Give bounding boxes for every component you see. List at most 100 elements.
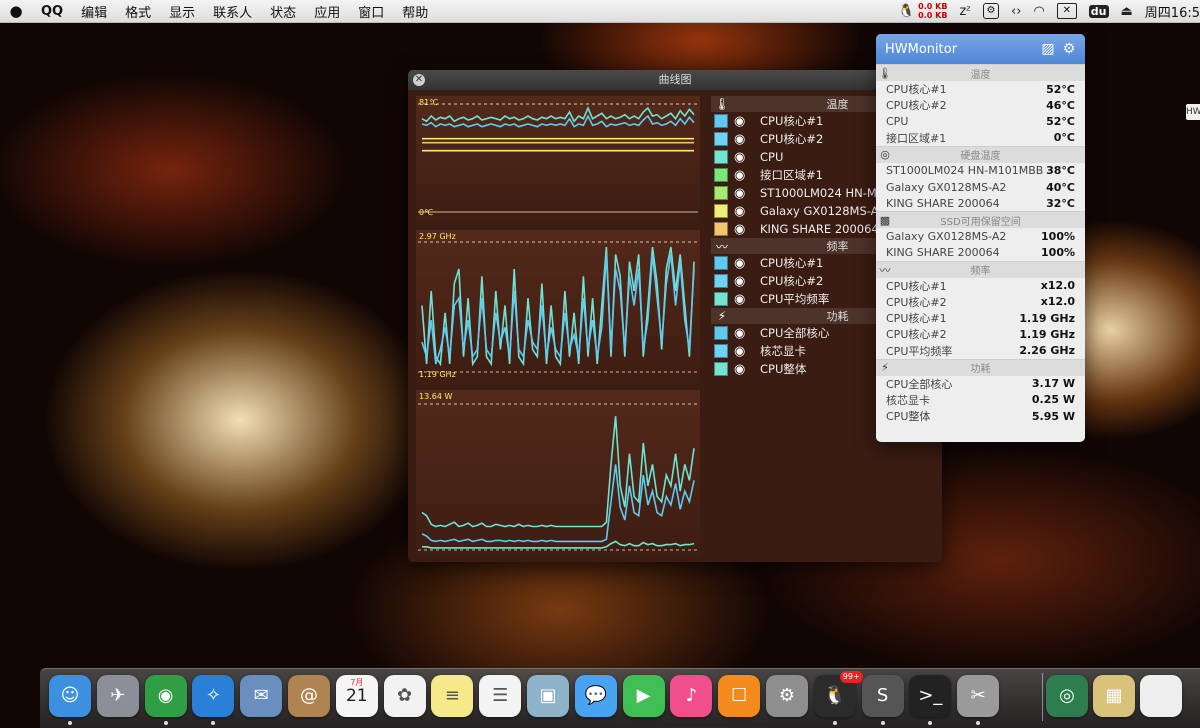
- menu-apps[interactable]: 应用: [305, 2, 349, 21]
- eye-icon[interactable]: ◉: [734, 186, 754, 201]
- hw-sensor-row[interactable]: KING SHARE 200064 32°C: [876, 195, 1085, 211]
- menu-edit[interactable]: 编辑: [72, 2, 116, 21]
- color-swatch[interactable]: [714, 132, 728, 146]
- menu-status[interactable]: 状态: [261, 2, 305, 21]
- color-swatch[interactable]: [714, 344, 728, 358]
- hw-sensor-row[interactable]: CPU 52°C: [876, 113, 1085, 129]
- ibooks-icon[interactable]: ☐: [718, 675, 761, 717]
- eye-icon[interactable]: ◉: [734, 344, 754, 359]
- hw-sensor-row[interactable]: CPU核心#2 46°C: [876, 97, 1085, 113]
- eye-icon[interactable]: ◉: [734, 292, 754, 307]
- network-icon[interactable]: ◎: [1046, 675, 1088, 717]
- calendar-icon[interactable]: 7月 21: [335, 675, 378, 717]
- mail-icon[interactable]: ✉: [240, 675, 283, 717]
- hwmonitor-tray-icon[interactable]: ⚙: [983, 3, 1000, 19]
- menu-window[interactable]: 窗口: [349, 2, 393, 21]
- qq-icon[interactable]: 🐧 99+: [813, 671, 863, 717]
- color-swatch[interactable]: [714, 256, 728, 270]
- menu-app-name[interactable]: QQ: [32, 4, 72, 19]
- hw-sensor-value: 38°C: [1046, 164, 1075, 178]
- hw-sensor-row[interactable]: Galaxy GX0128MS-A2 100%: [876, 228, 1085, 244]
- color-swatch[interactable]: [714, 274, 728, 288]
- color-swatch[interactable]: [714, 362, 728, 376]
- eye-icon[interactable]: ◉: [734, 362, 754, 377]
- baidu-icon[interactable]: du: [1088, 4, 1109, 18]
- hw-sensor-row[interactable]: CPU核心#2 1.19 GHz: [876, 326, 1085, 342]
- color-swatch[interactable]: [714, 222, 728, 236]
- eye-icon[interactable]: ◉: [734, 326, 754, 341]
- hw-sensor-row[interactable]: ST1000LM024 HN-M101MBB 38°C: [876, 163, 1085, 179]
- temp-max-label: 81℃: [419, 98, 439, 107]
- graph-icon[interactable]: ▨: [1040, 41, 1056, 57]
- sublime-text-icon[interactable]: S: [861, 675, 904, 717]
- color-swatch[interactable]: [714, 150, 728, 164]
- hw-sensor-name: CPU平均频率: [886, 344, 953, 358]
- preview-window-icon[interactable]: ▦: [1093, 675, 1135, 717]
- hw-sensor-row[interactable]: CPU核心#1 1.19 GHz: [876, 310, 1085, 326]
- notes-icon[interactable]: ≡: [431, 675, 474, 717]
- menubar-clock[interactable]: 周四16:5: [1145, 2, 1200, 21]
- photos-icon[interactable]: ✿: [383, 675, 426, 717]
- lightning-icon: ⚡: [717, 309, 727, 323]
- gear-icon[interactable]: ⚙: [1061, 41, 1077, 57]
- hw-sensor-row[interactable]: CPU全部核心 3.17 W: [876, 376, 1085, 392]
- hw-sensor-name: CPU: [886, 114, 909, 128]
- hw-sensor-row[interactable]: 接口区域#1 0°C: [876, 130, 1085, 146]
- hw-sensor-value: 5.95 W: [1031, 409, 1075, 423]
- contacts-icon[interactable]: @: [288, 675, 330, 717]
- menu-contacts[interactable]: 联系人: [204, 2, 261, 21]
- eye-icon[interactable]: ◉: [734, 256, 754, 271]
- hw-sensor-row[interactable]: CPU平均频率 2.26 GHz: [876, 342, 1085, 358]
- eye-icon[interactable]: ◉: [734, 274, 754, 289]
- color-swatch[interactable]: [714, 168, 728, 182]
- menu-format[interactable]: 格式: [116, 2, 160, 21]
- menu-help[interactable]: 帮助: [393, 2, 437, 21]
- color-swatch[interactable]: [714, 204, 728, 218]
- code-brackets-icon[interactable]: ‹›: [1011, 4, 1021, 19]
- screenshot-icon[interactable]: ✂: [957, 675, 1000, 717]
- battery-icon[interactable]: ✕: [1056, 3, 1077, 19]
- hw-sensor-row[interactable]: KING SHARE 200064 100%: [876, 245, 1085, 261]
- hw-sensor-row[interactable]: CPU核心#2 x12.0: [876, 294, 1085, 310]
- chrome-icon[interactable]: ◉: [144, 675, 187, 717]
- hw-sensor-row[interactable]: CPU整体 5.95 W: [876, 408, 1085, 424]
- messages-icon[interactable]: 💬: [574, 675, 617, 717]
- dock: ☺ ✈ ◉ ✧ ✉ @7月 21 ✿ ≡ ☰ ▣ 💬 ▶ ♪ ☐ ⚙ 🐧 99+ S >_ ✂ ◎ ▦: [40, 668, 1200, 728]
- wifi-icon[interactable]: ◠: [1033, 4, 1044, 19]
- hw-sensor-row[interactable]: CPU核心#1 52°C: [876, 81, 1085, 97]
- itunes-icon[interactable]: ♪: [670, 675, 713, 717]
- thermometer-icon: 🌡: [714, 97, 730, 111]
- sleep-icon[interactable]: zᶻ: [959, 4, 971, 19]
- hw-sensor-row[interactable]: CPU核心#1 x12.0: [876, 278, 1085, 294]
- eye-icon[interactable]: ◉: [734, 150, 754, 165]
- eject-icon[interactable]: ⏏: [1121, 4, 1133, 19]
- hw-edge-tab[interactable]: HW: [1186, 104, 1200, 120]
- apple-logo-icon[interactable]: ●: [0, 2, 32, 20]
- finder-icon[interactable]: ☺: [49, 675, 91, 717]
- document-icon[interactable]: [1140, 675, 1182, 717]
- preview-icon[interactable]: ▣: [527, 675, 569, 717]
- hw-sensor-row[interactable]: 核芯显卡 0.25 W: [876, 392, 1085, 408]
- hw-sensor-value: 1.19 GHz: [1019, 311, 1075, 325]
- close-icon[interactable]: ✕: [413, 74, 425, 86]
- eye-icon[interactable]: ◉: [734, 204, 754, 219]
- color-swatch[interactable]: [714, 326, 728, 340]
- system-preferences-icon[interactable]: ⚙: [766, 675, 808, 717]
- network-speed[interactable]: 0.0 KB 0.0 KB: [918, 2, 947, 20]
- eye-icon[interactable]: ◉: [734, 114, 754, 129]
- graph-window-titlebar[interactable]: ✕ 曲线图: [408, 70, 942, 90]
- qq-tray-icon[interactable]: 🐧: [898, 4, 914, 19]
- menu-view[interactable]: 显示: [160, 2, 204, 21]
- color-swatch[interactable]: [714, 186, 728, 200]
- safari-icon[interactable]: ✧: [192, 675, 235, 717]
- eye-icon[interactable]: ◉: [734, 222, 754, 237]
- facetime-icon[interactable]: ▶: [622, 675, 665, 717]
- reminders-icon[interactable]: ☰: [479, 675, 522, 717]
- color-swatch[interactable]: [714, 292, 728, 306]
- eye-icon[interactable]: ◉: [734, 168, 754, 183]
- hw-sensor-row[interactable]: Galaxy GX0128MS-A2 40°C: [876, 179, 1085, 195]
- eye-icon[interactable]: ◉: [734, 132, 754, 147]
- color-swatch[interactable]: [714, 114, 728, 128]
- terminal-icon[interactable]: >_: [909, 675, 952, 717]
- launchpad-icon[interactable]: ✈: [96, 675, 139, 717]
